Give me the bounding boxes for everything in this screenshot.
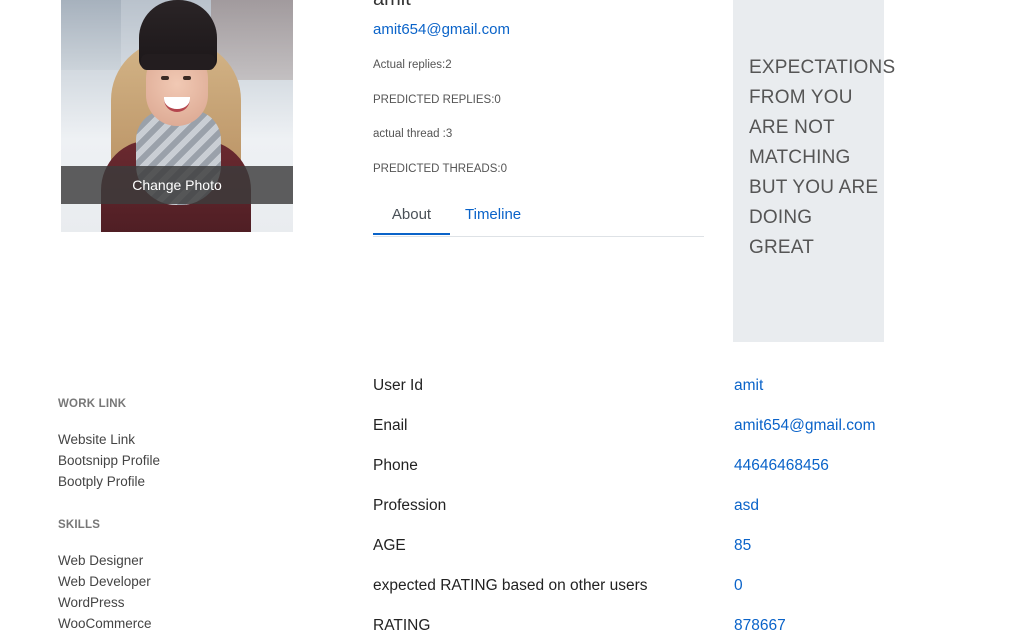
work-link-heading: WORK LINK	[58, 398, 127, 410]
photo-background	[61, 0, 121, 70]
profile-email-link[interactable]: amit654@gmail.com	[373, 21, 510, 38]
detail-value-profession: asd	[734, 497, 759, 514]
skill-item[interactable]: Web Designer	[58, 553, 143, 568]
detail-label-user-id: User Id	[373, 377, 423, 394]
expectations-line: EXPECTATIONS	[749, 57, 896, 78]
stat-actual-thread: actual thread :3	[373, 128, 453, 140]
detail-value-user-id: amit	[734, 377, 764, 394]
profile-name: amit	[373, 0, 411, 11]
change-photo-button[interactable]: Change Photo	[61, 166, 293, 204]
detail-label-age: AGE	[373, 537, 406, 554]
skills-heading: SKILLS	[58, 519, 101, 531]
work-link-bootsnipp[interactable]: Bootsnipp Profile	[58, 453, 160, 468]
skill-item[interactable]: WordPress	[58, 595, 125, 610]
profile-tabs: About Timeline	[373, 200, 704, 237]
work-link-bootply[interactable]: Bootply Profile	[58, 474, 145, 489]
tab-about[interactable]: About	[373, 200, 450, 235]
stat-predicted-threads: PREDICTED THREADS:0	[373, 163, 507, 175]
expectations-line: GREAT	[749, 237, 815, 258]
detail-value-expected-rating: 0	[734, 577, 743, 594]
photo-eye-left	[161, 76, 169, 80]
photo-eye-right	[183, 76, 191, 80]
detail-value-email: amit654@gmail.com	[734, 417, 876, 434]
detail-label-expected-rating: expected RATING based on other users	[373, 577, 648, 594]
work-link-website[interactable]: Website Link	[58, 432, 135, 447]
tab-timeline[interactable]: Timeline	[465, 200, 521, 235]
photo-beanie-band	[141, 54, 215, 70]
detail-label-email: Enail	[373, 417, 408, 434]
stat-predicted-replies: PREDICTED REPLIES:0	[373, 94, 501, 106]
detail-value-phone: 44646468456	[734, 457, 829, 474]
skill-item[interactable]: Web Developer	[58, 574, 151, 589]
stat-actual-replies: Actual replies:2	[373, 59, 452, 71]
expectations-line: ARE NOT	[749, 117, 835, 138]
detail-value-rating: 878667	[734, 617, 786, 634]
expectations-line: DOING	[749, 207, 813, 228]
detail-label-profession: Profession	[373, 497, 447, 514]
expectations-line: BUT YOU ARE	[749, 177, 879, 198]
expectations-message: EXPECTATIONS FROM YOU ARE NOT MATCHING B…	[749, 53, 896, 263]
profile-photo: Change Photo	[61, 0, 293, 232]
expectations-line: FROM YOU	[749, 87, 853, 108]
detail-label-rating: RATING	[373, 617, 431, 634]
skill-item[interactable]: WooCommerce	[58, 616, 152, 631]
detail-value-age: 85	[734, 537, 752, 554]
expectations-line: MATCHING	[749, 147, 851, 168]
detail-label-phone: Phone	[373, 457, 418, 474]
expectations-panel: EXPECTATIONS FROM YOU ARE NOT MATCHING B…	[733, 0, 896, 342]
